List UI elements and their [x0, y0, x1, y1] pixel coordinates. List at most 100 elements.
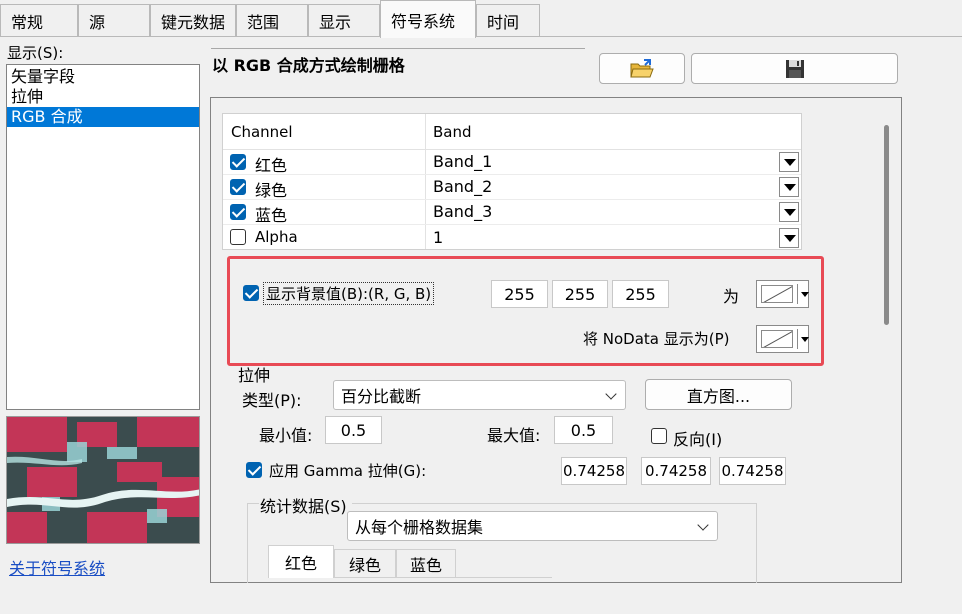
channel-name: 蓝色 — [255, 206, 288, 225]
band-value: Band_3 — [433, 202, 493, 221]
band-dropdown-button[interactable] — [779, 152, 799, 172]
tab-symbology[interactable]: 符号系统 — [380, 0, 476, 38]
stats-source-select[interactable]: 从每个栅格数据集 — [347, 511, 718, 541]
table-row: 蓝色 Band_3 — [223, 200, 801, 225]
show-background-label[interactable]: 显示背景值(B):(R, G, B) — [263, 282, 435, 305]
channel-blue-checkbox[interactable] — [230, 204, 246, 220]
stats-group-rule — [247, 503, 259, 504]
tab-bar: 常规 源 键元数据 范围 显示 符号系统 时间 — [0, 0, 962, 38]
tab-label: 符号系统 — [391, 11, 456, 31]
invert-checkbox[interactable] — [651, 428, 667, 444]
channel-name: 红色 — [255, 156, 288, 175]
stretch-type-value: 百分比截断 — [341, 387, 422, 406]
band-value: 1 — [433, 228, 444, 247]
channel-name: Alpha — [255, 228, 298, 246]
column-channel: Channel — [231, 123, 293, 141]
max-value-input[interactable]: 0.5 — [554, 416, 613, 444]
min-label: 最小值: — [259, 426, 313, 445]
tab-general[interactable]: 常规 — [0, 4, 78, 37]
tab-extent[interactable]: 范围 — [236, 4, 308, 37]
band-dropdown-button[interactable] — [779, 202, 799, 222]
page-title: 以 RGB 合成方式绘制栅格 — [212, 56, 405, 75]
grid-header: Channel Band — [223, 114, 801, 150]
invert-label: 反向(I) — [673, 430, 723, 449]
nodata-color-picker[interactable] — [756, 325, 809, 353]
background-g-input[interactable]: 255 — [552, 280, 608, 308]
dropdown-arrow-icon — [801, 337, 809, 342]
save-button[interactable] — [691, 53, 898, 84]
channel-name: 绿色 — [255, 181, 288, 200]
list-item-rgb-composite[interactable]: RGB 合成 — [7, 107, 199, 127]
subtab-baseline — [334, 577, 552, 578]
band-grid: Channel Band 红色 Band_1 绿色 Band_2 蓝色 Band… — [222, 113, 802, 250]
tab-label: 时间 — [487, 13, 520, 32]
as-label: 为 — [723, 287, 740, 306]
tab-time[interactable]: 时间 — [476, 4, 540, 37]
subtab-green[interactable]: 绿色 — [334, 549, 396, 577]
open-button[interactable] — [599, 53, 685, 84]
stretch-type-label: 类型(P): — [242, 391, 302, 410]
background-b-input[interactable]: 255 — [612, 280, 669, 308]
folder-open-icon — [630, 58, 654, 77]
highlight-frame — [227, 256, 824, 366]
stats-group-rule — [756, 503, 757, 583]
stats-group-label: 统计数据(S) — [260, 497, 347, 516]
table-row: Alpha 1 — [223, 225, 801, 250]
gamma-blue-input[interactable]: 0.74258 — [719, 457, 786, 485]
no-color-swatch-icon — [761, 330, 793, 348]
subtab-label: 红色 — [284, 554, 317, 573]
vertical-scrollbar-thumb[interactable] — [884, 125, 889, 325]
subtab-label: 绿色 — [348, 555, 381, 575]
background-color-picker[interactable] — [756, 280, 809, 308]
channel-green-checkbox[interactable] — [230, 179, 246, 195]
tab-key-metadata[interactable]: 键元数据 — [150, 4, 236, 37]
band-value: Band_1 — [433, 152, 493, 171]
tab-label: 键元数据 — [161, 13, 226, 32]
about-symbology-link[interactable]: 关于符号系统 — [9, 555, 105, 579]
tab-label: 源 — [89, 13, 106, 32]
no-color-swatch-icon — [761, 285, 793, 303]
subtab-red[interactable]: 红色 — [268, 545, 334, 578]
stretch-type-select[interactable]: 百分比截断 — [333, 380, 626, 410]
band-value: Band_2 — [433, 177, 493, 196]
band-dropdown-button[interactable] — [779, 177, 799, 197]
tab-source[interactable]: 源 — [78, 4, 150, 37]
subtab-label: 蓝色 — [409, 555, 442, 575]
tab-divider — [0, 36, 962, 37]
gamma-label: 应用 Gamma 拉伸(G): — [269, 462, 427, 480]
show-label: 显示(S): — [7, 44, 64, 62]
gamma-green-input[interactable]: 0.74258 — [641, 457, 711, 485]
list-item-vector-field[interactable]: 矢量字段 — [7, 67, 199, 87]
max-label: 最大值: — [487, 426, 541, 445]
channel-red-checkbox[interactable] — [230, 154, 246, 170]
stats-group-rule — [352, 503, 756, 504]
subtab-blue[interactable]: 蓝色 — [396, 549, 456, 577]
stretch-group-label: 拉伸 — [238, 366, 271, 385]
stats-source-value: 从每个栅格数据集 — [355, 518, 484, 537]
nodata-label: 将 NoData 显示为(P) — [583, 330, 730, 348]
table-row: 红色 Band_1 — [223, 150, 801, 175]
background-r-input[interactable]: 255 — [491, 280, 548, 308]
picker-separator — [797, 329, 798, 349]
heading-top-rule — [211, 48, 585, 49]
show-background-checkbox[interactable] — [243, 285, 259, 301]
renderer-list[interactable]: 矢量字段 拉伸 RGB 合成 — [6, 64, 200, 410]
preview-image — [6, 416, 200, 544]
table-row: 绿色 Band_2 — [223, 175, 801, 200]
channel-alpha-checkbox[interactable] — [230, 229, 246, 245]
chevron-down-icon — [605, 388, 617, 400]
tab-display[interactable]: 显示 — [308, 4, 380, 37]
save-disk-icon — [785, 59, 804, 78]
gamma-checkbox[interactable] — [246, 462, 262, 478]
tab-label: 范围 — [247, 13, 280, 32]
list-item-stretch[interactable]: 拉伸 — [7, 87, 199, 107]
min-value-input[interactable]: 0.5 — [325, 416, 382, 444]
histogram-button-label: 直方图... — [686, 386, 751, 406]
column-band: Band — [433, 123, 472, 141]
dropdown-arrow-icon — [801, 292, 809, 297]
gamma-red-input[interactable]: 0.74258 — [561, 457, 627, 485]
picker-separator — [797, 284, 798, 304]
tab-label: 显示 — [319, 13, 352, 32]
histogram-button[interactable]: 直方图... — [645, 379, 792, 410]
band-dropdown-button[interactable] — [779, 228, 799, 248]
